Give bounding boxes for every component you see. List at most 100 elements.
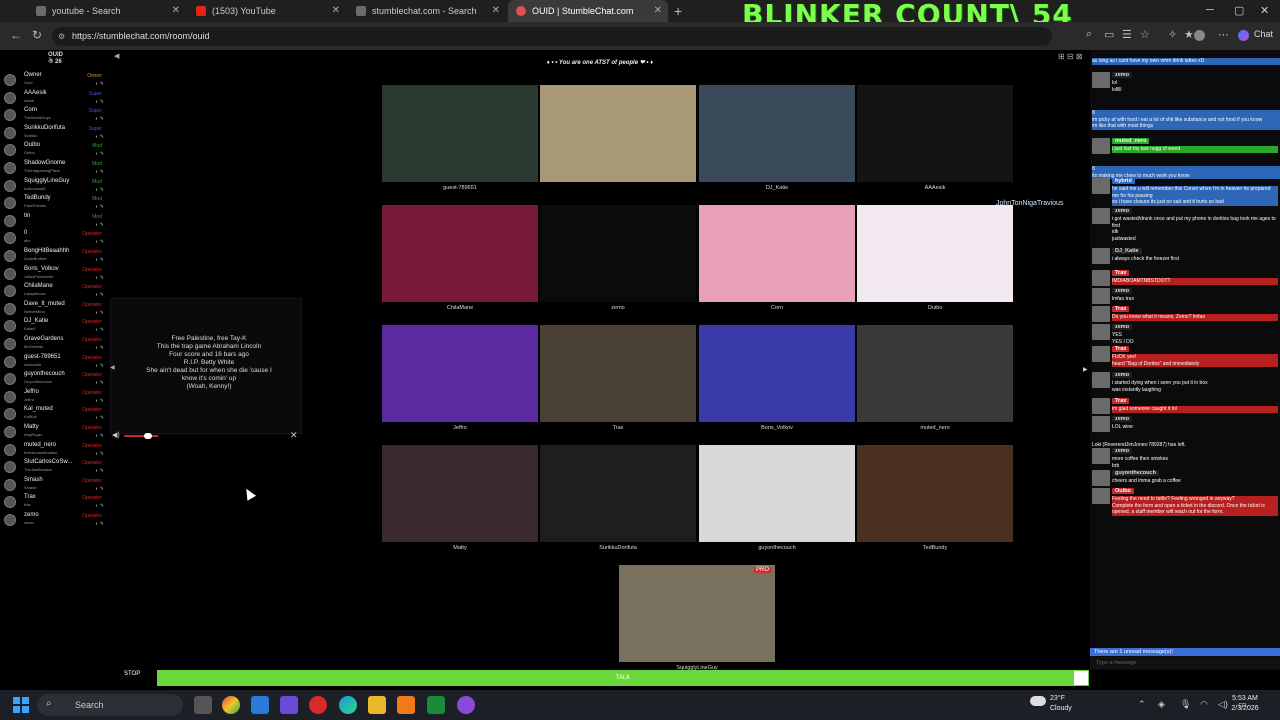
cam-tile[interactable]: Corn [699, 205, 855, 311]
user-list-item[interactable]: Matty kingRoger Operator ◐ ✎ [4, 424, 106, 441]
maximize-icon[interactable]: ▢ [1234, 4, 1244, 17]
chrome-app-icon[interactable] [222, 696, 240, 714]
back-icon[interactable]: ← [10, 28, 22, 42]
collapse-arrow-icon[interactable]: ◀ [114, 52, 119, 60]
tab-ouid-stumblechat[interactable]: OUID | StumbleChat.com ✕ [508, 0, 668, 22]
extensions-icon[interactable]: ✧ [1168, 28, 1177, 41]
minimize-icon[interactable]: ─ [1206, 4, 1214, 16]
volume-knob[interactable] [144, 433, 152, 439]
copilot-icon[interactable] [1238, 30, 1249, 41]
taskbar-search[interactable]: Search [37, 694, 183, 716]
clock-time[interactable]: 5:53 AM [1220, 695, 1270, 702]
zoom-icon[interactable]: ⌕ [1086, 28, 1092, 41]
microphone-icon[interactable]: 🎙︎ [1180, 699, 1191, 710]
chat-username[interactable]: Trax [1112, 270, 1130, 276]
clock-date[interactable]: 2/3/2026 [1220, 705, 1270, 712]
xbox-app-icon[interactable] [427, 696, 445, 714]
chat-username[interactable]: zemo [1112, 416, 1133, 422]
file-explorer-app-icon[interactable] [194, 696, 212, 714]
close-player-icon[interactable]: ✕ [290, 430, 298, 441]
chat-username[interactable]: zemo [1112, 288, 1133, 294]
chat-avatar[interactable] [1092, 72, 1110, 88]
user-list-item[interactable]: Ouibo Ouibo Mod ◐ ✎ [4, 142, 106, 159]
chat-avatar[interactable] [1092, 270, 1110, 286]
messenger-app-icon[interactable] [457, 696, 475, 714]
cam-tile[interactable]: Trax [540, 325, 696, 431]
user-list-item[interactable]: Kal_muted KaliKal Operator ◐ ✎ [4, 406, 106, 423]
record-app-icon[interactable] [309, 696, 327, 714]
user-list-item[interactable]: ChilaMane Lalapalooza Operator ◐ ✎ [4, 283, 106, 300]
user-list-item[interactable]: muted_nero freedomandmotion Operator ◐ ✎ [4, 442, 106, 459]
chat-username[interactable]: Trax [1112, 398, 1130, 404]
user-list-item[interactable]: Corn TheWorldGuys Super ◐ ✎ [4, 107, 106, 124]
unread-message-banner[interactable]: There are 1 unread message(s)! [1090, 648, 1280, 656]
chat-username[interactable]: Ouibo [1112, 488, 1134, 494]
url-field[interactable]: ⚙ https://stumblechat.com/room/ouid [52, 27, 1052, 46]
chat-username[interactable]: Trax [1112, 346, 1130, 352]
chat-input[interactable]: Type a message [1090, 657, 1280, 669]
close-icon[interactable]: ✕ [172, 5, 180, 16]
cam-tile[interactable]: DJ_Katie [699, 85, 855, 191]
cam-tile[interactable]: Matty [382, 445, 538, 551]
tab-youtube[interactable]: (1503) YouTube ✕ [188, 0, 346, 22]
close-icon[interactable]: ✕ [332, 5, 340, 16]
cam-tile[interactable]: muted_nero [857, 325, 1013, 431]
chat-username[interactable]: Trax [1112, 306, 1130, 312]
reader-icon[interactable]: ☰ [1122, 28, 1132, 41]
chat-avatar[interactable] [1092, 178, 1110, 194]
close-icon[interactable]: ✕ [492, 5, 500, 16]
reload-icon[interactable]: ↻ [32, 28, 42, 42]
stop-button[interactable]: STOP [124, 671, 140, 677]
chat-username[interactable]: guyonthecouch [1112, 470, 1159, 476]
close-window-icon[interactable]: ✕ [1260, 4, 1269, 17]
chat-avatar[interactable] [1092, 248, 1110, 264]
chat-username[interactable]: hybrid [1112, 178, 1135, 184]
chat-avatar[interactable] [1092, 488, 1110, 504]
cam-tile[interactable]: AAAesik [857, 85, 1013, 191]
lyrics-arrow-icon[interactable]: ◀ [110, 364, 115, 371]
cam-tile[interactable]: guest-789651 [382, 85, 538, 191]
discord-app-icon[interactable] [280, 696, 298, 714]
user-list-item[interactable]: SurikkuDorifuta Surikku Super ◐ ✎ [4, 125, 106, 142]
user-list-item[interactable]: tin Mod ◐ ✎ [4, 213, 106, 230]
talk-toggle[interactable] [1074, 671, 1088, 685]
expand-arrow-icon[interactable]: ▶ [1083, 366, 1088, 373]
chat-button[interactable]: Chat [1254, 29, 1273, 39]
cam-tile[interactable] [540, 85, 696, 191]
windows-start-icon[interactable] [13, 697, 29, 713]
chat-username[interactable]: zemo [1112, 324, 1133, 330]
user-list-item[interactable]: Trax trax Operator ◐ ✎ [4, 494, 106, 511]
layout-icons[interactable]: ⊞ ⊟ ⊠ [1058, 52, 1083, 61]
chat-username[interactable]: zemo [1112, 448, 1133, 454]
chat-avatar[interactable] [1092, 470, 1110, 486]
chat-avatar[interactable] [1092, 138, 1110, 154]
user-list-item[interactable]: GraveGardens MoOnNote Operator ◐ ✎ [4, 336, 106, 353]
chevron-up-icon[interactable]: ⌃ [1138, 699, 1146, 710]
user-list-item[interactable]: Dave_It_muted NetherMind Operator ◐ ✎ [4, 301, 106, 318]
user-list-item[interactable]: SquigglyLineGuy AdAnxiousE Mod ◐ ✎ [4, 178, 106, 195]
chat-avatar[interactable] [1092, 306, 1110, 322]
tab-youtube-search[interactable]: youtube - Search ✕ [28, 0, 186, 22]
vlc-app-icon[interactable] [397, 696, 415, 714]
cam-tile[interactable]: SquigglyLineGuy PRO [619, 565, 775, 671]
star-icon[interactable]: ☆ [1140, 28, 1150, 41]
profile-avatar-icon[interactable] [1194, 30, 1205, 41]
chat-username[interactable]: muted_nero [1112, 138, 1150, 144]
chat-avatar[interactable] [1092, 346, 1110, 362]
user-list-item[interactable]: Smash Smash Operator ◐ ✎ [4, 477, 106, 494]
user-list-item[interactable]: DJ_Katie KatieK Operator ◐ ✎ [4, 318, 106, 335]
user-list-item[interactable]: Jeffro Jeffro Operator ◐ ✎ [4, 389, 106, 406]
user-list-item[interactable]: ShadowGnome TheHappeningPlace Mod ◐ ✎ [4, 160, 106, 177]
talk-button[interactable]: TALK [157, 670, 1089, 686]
chat-avatar[interactable] [1092, 324, 1110, 340]
cast-icon[interactable]: ▭ [1104, 28, 1114, 41]
user-list-item[interactable]: BongHitBeaahhh DudeBrother Operator ◐ ✎ [4, 248, 106, 265]
cam-tile[interactable]: Ouibo [857, 205, 1013, 311]
chat-username[interactable]: zemo [1112, 208, 1133, 214]
user-list-item[interactable]: guest-789651 lurkerside Operator ◐ ✎ [4, 354, 106, 371]
cam-tile[interactable]: TedBundy [857, 445, 1013, 551]
user-list-item[interactable]: SlutCarlosCoSw... TheJawBreaker Operator ◐ … [4, 459, 106, 476]
user-list-item[interactable]: 0 abc Operator ◐ ✎ [4, 230, 106, 247]
chat-avatar[interactable] [1092, 448, 1110, 464]
user-list-item[interactable]: guyonthecouch Guyonthecouch Operator ◐ ✎ [4, 371, 106, 388]
